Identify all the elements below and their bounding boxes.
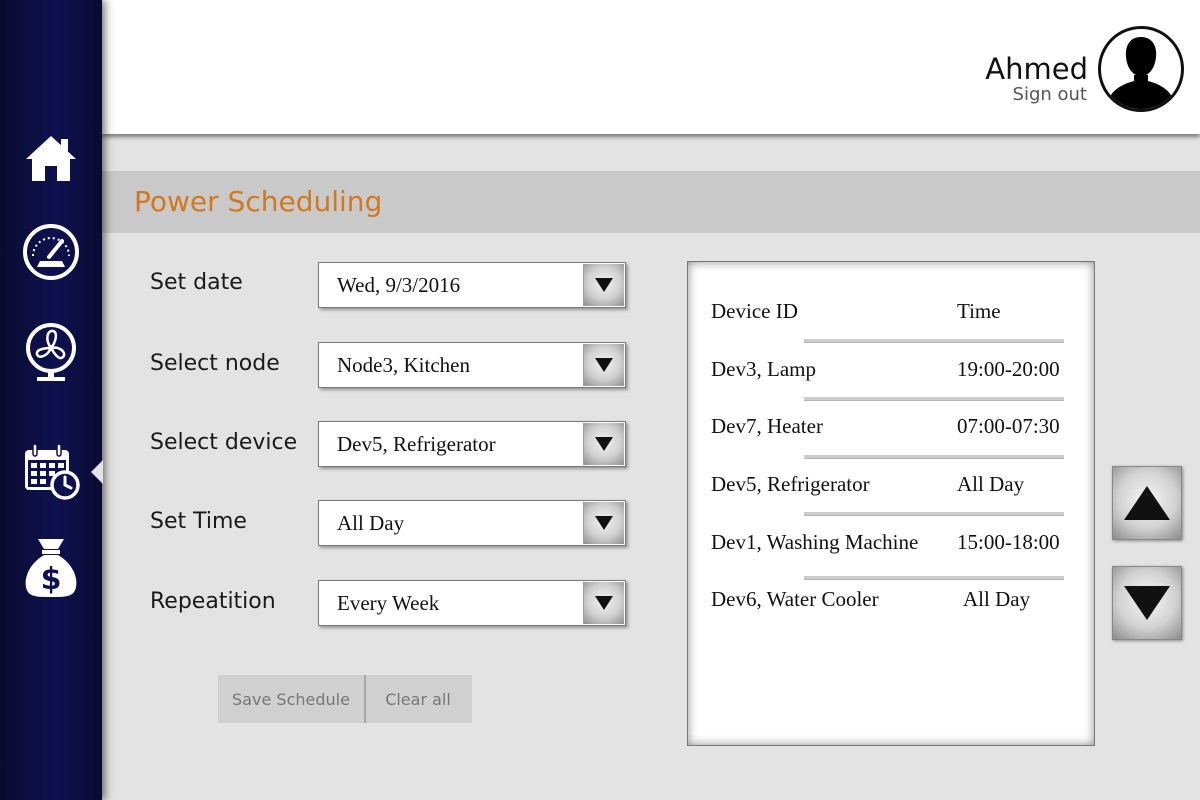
- set-time-label: Set Time: [150, 509, 247, 534]
- row-device: Dev1, Washing Machine: [711, 530, 919, 554]
- node-select[interactable]: Node3, Kitchen: [318, 342, 626, 388]
- page-title: Power Scheduling: [134, 185, 383, 218]
- sidebar-item-scheduling[interactable]: [0, 432, 103, 512]
- sidebar-item-home[interactable]: [0, 118, 102, 198]
- device-id-header: Device ID: [711, 299, 798, 323]
- divider: [804, 397, 1064, 401]
- time-select[interactable]: All Day: [318, 500, 626, 546]
- home-icon: [26, 136, 76, 181]
- triangle-down-icon: [1124, 586, 1170, 620]
- date-select-value: Wed, 9/3/2016: [337, 273, 461, 297]
- triangle-up-icon: [1124, 486, 1170, 520]
- save-schedule-button[interactable]: Save Schedule: [218, 675, 366, 723]
- device-select[interactable]: Dev5, Refrigerator: [318, 421, 626, 467]
- action-buttons: Save Schedule Clear all: [218, 675, 472, 723]
- select-node-label: Select node: [150, 351, 280, 376]
- chevron-down-icon: [595, 437, 613, 451]
- time-select-value: All Day: [337, 511, 405, 535]
- scroll-up-button[interactable]: [1112, 466, 1182, 540]
- clear-all-button[interactable]: Clear all: [366, 675, 470, 723]
- chevron-down-icon: [595, 358, 613, 372]
- select-device-label: Select device: [150, 430, 298, 455]
- row-time: 15:00-18:00: [957, 530, 1060, 554]
- scroll-down-button[interactable]: [1112, 566, 1182, 640]
- chevron-down-icon: [595, 516, 613, 530]
- device-dropdown-button[interactable]: [583, 423, 624, 465]
- row-device: Dev6, Water Cooler: [711, 587, 879, 611]
- row-time: All Day: [963, 587, 1031, 611]
- avatar[interactable]: [1098, 26, 1184, 112]
- time-dropdown-button[interactable]: [583, 502, 624, 544]
- divider: [804, 455, 1064, 459]
- set-date-label: Set date: [150, 270, 243, 295]
- repetition-select[interactable]: Every Week: [318, 580, 626, 626]
- fan-icon: [26, 323, 76, 381]
- device-select-value: Dev5, Refrigerator: [337, 432, 496, 456]
- chevron-down-icon: [595, 278, 613, 292]
- repetition-dropdown-button[interactable]: [583, 582, 624, 624]
- row-device: Dev5, Refrigerator: [711, 472, 870, 496]
- divider: [804, 576, 1064, 580]
- user-silhouette-icon: [1109, 37, 1173, 109]
- gauge-icon: [23, 224, 79, 280]
- sidebar-item-devices[interactable]: [0, 312, 102, 392]
- node-dropdown-button[interactable]: [583, 344, 624, 386]
- divider: [804, 512, 1064, 516]
- schedule-list[interactable]: Device ID Time Dev3, Lamp 19:00-20:00 De…: [687, 261, 1095, 746]
- divider: [804, 339, 1064, 343]
- header: Ahmed Sign out: [102, 0, 1200, 134]
- title-bar: Power Scheduling: [102, 171, 1200, 233]
- row-time: All Day: [957, 472, 1025, 496]
- date-dropdown-button[interactable]: [583, 264, 624, 306]
- money-bag-icon: $: [25, 539, 77, 597]
- time-header: Time: [957, 299, 1001, 323]
- row-device: Dev7, Heater: [711, 414, 823, 438]
- calendar-clock-icon: [25, 443, 80, 500]
- chevron-down-icon: [595, 596, 613, 610]
- row-time: 07:00-07:30: [957, 414, 1060, 438]
- node-select-value: Node3, Kitchen: [337, 353, 470, 377]
- sidebar-item-dashboard[interactable]: [0, 212, 102, 292]
- sign-out-link[interactable]: Sign out: [1013, 84, 1087, 105]
- row-device: Dev3, Lamp: [711, 357, 816, 381]
- sidebar: $: [0, 0, 103, 800]
- user-name: Ahmed: [985, 52, 1088, 86]
- sidebar-item-billing[interactable]: $: [0, 528, 102, 608]
- date-select[interactable]: Wed, 9/3/2016: [318, 262, 626, 308]
- repetition-select-value: Every Week: [337, 591, 440, 615]
- repetition-label: Repeatition: [150, 589, 276, 614]
- row-time: 19:00-20:00: [957, 357, 1060, 381]
- svg-text:$: $: [41, 562, 62, 597]
